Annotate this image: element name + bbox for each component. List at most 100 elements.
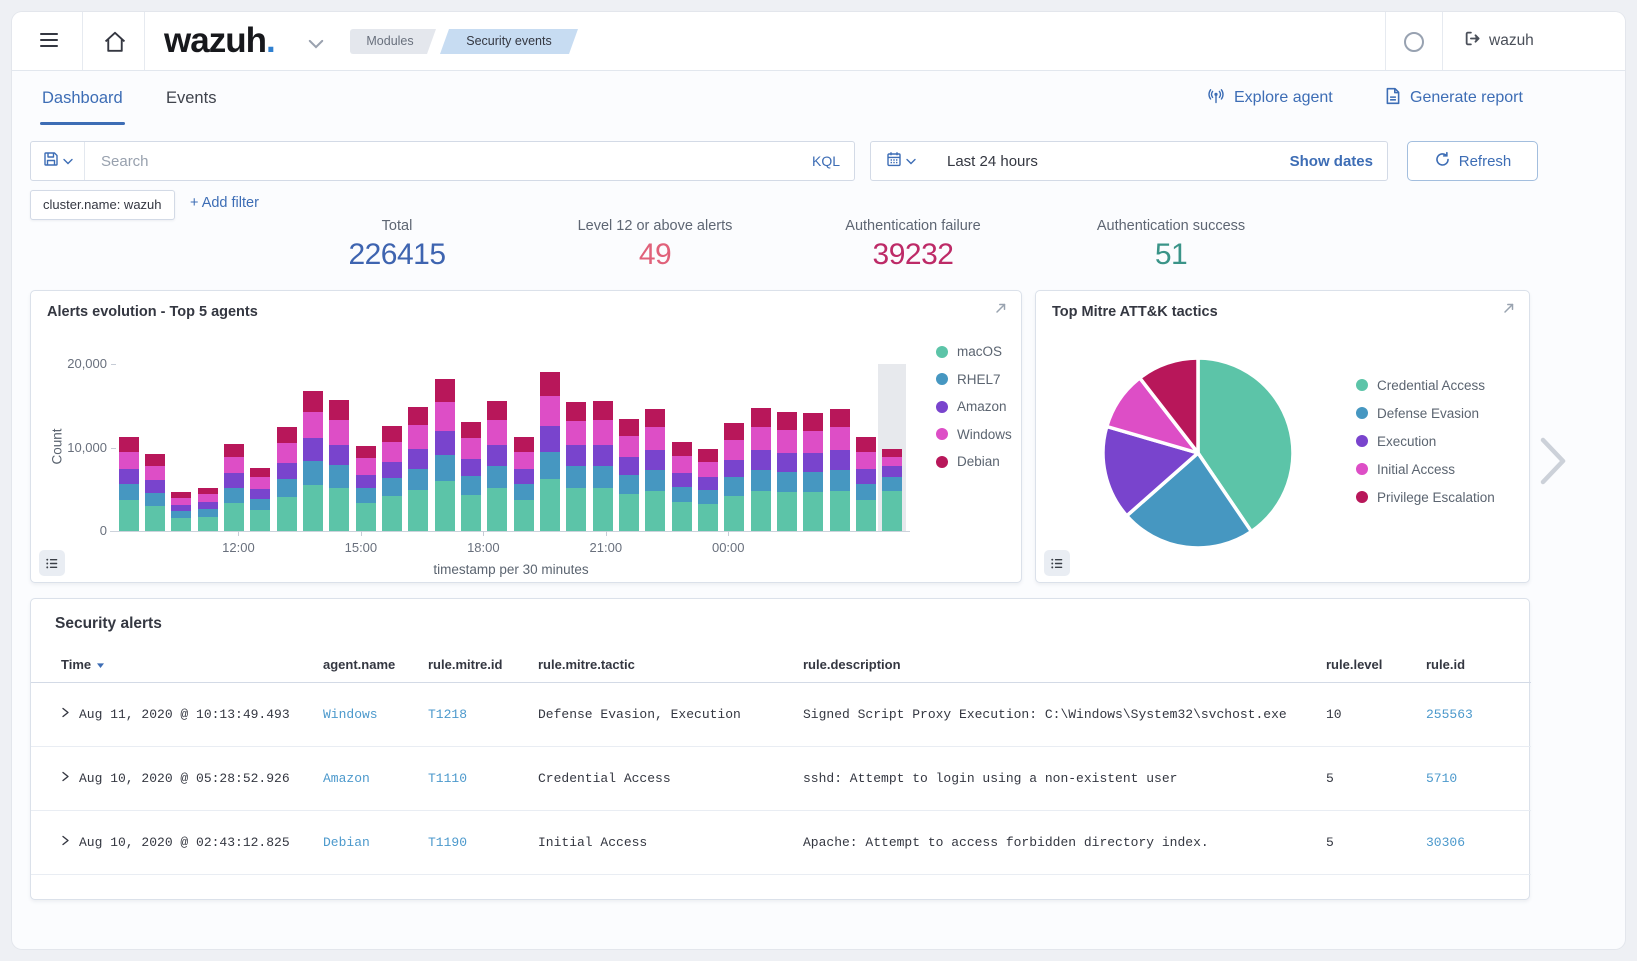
rule-id-link[interactable]: 5710	[1426, 771, 1457, 786]
bar-segment-macos[interactable]	[672, 502, 692, 531]
bar-segment-rhel7[interactable]	[751, 470, 771, 491]
bar-segment-windows[interactable]	[830, 427, 850, 450]
bar-segment-amazon[interactable]	[461, 459, 481, 477]
stat-total[interactable]: Total 226415	[268, 218, 526, 272]
bar-segment-macos[interactable]	[224, 503, 244, 531]
bar-segment-rhel7[interactable]	[145, 493, 165, 506]
stacked-bar[interactable]	[303, 391, 323, 531]
bar-segment-windows[interactable]	[171, 498, 191, 506]
expand-row-icon[interactable]	[61, 835, 70, 850]
bar-segment-macos[interactable]	[356, 503, 376, 531]
bar-segment-macos[interactable]	[882, 491, 902, 531]
bar-segment-debian[interactable]	[382, 426, 402, 442]
bar-segment-amazon[interactable]	[777, 453, 797, 472]
bar-segment-amazon[interactable]	[619, 457, 639, 475]
bar-segment-rhel7[interactable]	[198, 509, 218, 517]
bar-segment-windows[interactable]	[540, 396, 560, 426]
column-rule-mitre-tactic[interactable]: rule.mitre.tactic	[526, 647, 791, 683]
bar-segment-debian[interactable]	[487, 401, 507, 421]
bar-segment-debian[interactable]	[645, 409, 665, 427]
bar-segment-windows[interactable]	[724, 440, 744, 460]
agent-link[interactable]: Debian	[323, 835, 370, 850]
bar-segment-rhel7[interactable]	[803, 472, 823, 492]
bar-segment-debian[interactable]	[856, 437, 876, 451]
bar-segment-rhel7[interactable]	[645, 470, 665, 491]
bar-segment-windows[interactable]	[382, 442, 402, 462]
bar-segment-rhel7[interactable]	[329, 465, 349, 487]
bar-segment-windows[interactable]	[250, 477, 270, 489]
sort-desc-icon[interactable]	[96, 657, 105, 672]
column-rule-description[interactable]: rule.description	[791, 647, 1314, 683]
bar-segment-debian[interactable]	[593, 401, 613, 421]
stacked-bar[interactable]	[435, 379, 455, 531]
stacked-bar[interactable]	[250, 468, 270, 531]
bar-segment-windows[interactable]	[751, 427, 771, 450]
legend-item-credential-access[interactable]: Credential Access	[1356, 371, 1495, 399]
bar-segment-debian[interactable]	[724, 423, 744, 439]
mitre-id-link[interactable]: T1218	[428, 707, 467, 722]
bar-segment-rhel7[interactable]	[882, 477, 902, 491]
expand-row-icon[interactable]	[61, 707, 70, 722]
legend-item-execution[interactable]: Execution	[1356, 427, 1495, 455]
bar-segment-rhel7[interactable]	[777, 472, 797, 492]
bar-segment-rhel7[interactable]	[277, 479, 297, 497]
bar-segment-macos[interactable]	[487, 488, 507, 531]
bar-segment-rhel7[interactable]	[408, 469, 428, 490]
stacked-bar[interactable]	[461, 422, 481, 531]
add-filter-button[interactable]: + Add filter	[184, 194, 265, 212]
bar-segment-rhel7[interactable]	[672, 487, 692, 502]
bar-segment-amazon[interactable]	[356, 475, 376, 489]
stacked-bar[interactable]	[540, 372, 560, 531]
bar-segment-windows[interactable]	[487, 420, 507, 445]
bar-segment-macos[interactable]	[145, 506, 165, 531]
bar-segment-macos[interactable]	[329, 488, 349, 531]
home-icon[interactable]	[96, 28, 124, 56]
bar-segment-windows[interactable]	[566, 421, 586, 446]
bar-segment-windows[interactable]	[198, 494, 218, 502]
bar-segment-debian[interactable]	[777, 412, 797, 430]
stacked-bar[interactable]	[619, 419, 639, 531]
legend-item-macos[interactable]: macOS	[936, 338, 1012, 366]
stat-level-12[interactable]: Level 12 or above alerts 49	[526, 218, 784, 272]
stat-auth-success[interactable]: Authentication success 51	[1042, 218, 1300, 272]
bar-segment-windows[interactable]	[593, 420, 613, 445]
bar-segment-debian[interactable]	[329, 400, 349, 420]
stacked-bar[interactable]	[145, 454, 165, 531]
bar-segment-rhel7[interactable]	[619, 475, 639, 494]
bar-segment-debian[interactable]	[751, 408, 771, 426]
bar-segment-windows[interactable]	[356, 458, 376, 474]
stacked-bar[interactable]	[277, 427, 297, 531]
bar-segment-amazon[interactable]	[803, 453, 823, 472]
bar-segment-debian[interactable]	[540, 372, 560, 396]
bar-segment-amazon[interactable]	[119, 469, 139, 484]
bar-segment-debian[interactable]	[250, 468, 270, 478]
saved-query-menu[interactable]	[31, 142, 85, 180]
bar-segment-debian[interactable]	[882, 449, 902, 457]
legend-item-debian[interactable]: Debian	[936, 448, 1012, 476]
bar-segment-windows[interactable]	[119, 452, 139, 470]
stacked-bar[interactable]	[514, 437, 534, 531]
show-dates-button[interactable]: Show dates	[1290, 153, 1373, 170]
logout-button[interactable]: wazuh	[1458, 27, 1540, 55]
stacked-bar[interactable]	[356, 446, 376, 531]
stacked-bar[interactable]	[487, 401, 507, 531]
chevron-down-icon[interactable]	[308, 36, 324, 54]
bar-segment-amazon[interactable]	[303, 438, 323, 461]
bar-segment-rhel7[interactable]	[593, 466, 613, 488]
bar-segment-debian[interactable]	[119, 437, 139, 451]
bar-segment-amazon[interactable]	[751, 450, 771, 470]
bar-segment-macos[interactable]	[277, 497, 297, 531]
bar-segment-macos[interactable]	[619, 494, 639, 531]
legend-item-initial-access[interactable]: Initial Access	[1356, 455, 1495, 483]
bar-segment-amazon[interactable]	[382, 462, 402, 479]
column-rule-level[interactable]: rule.level	[1314, 647, 1414, 683]
bar-segment-macos[interactable]	[777, 492, 797, 531]
date-picker[interactable]: Last 24 hours Show dates	[870, 141, 1388, 181]
bar-segment-amazon[interactable]	[540, 426, 560, 451]
stacked-bar[interactable]	[698, 449, 718, 531]
bar-segment-amazon[interactable]	[830, 450, 850, 470]
bar-segment-windows[interactable]	[698, 462, 718, 477]
refresh-button[interactable]: Refresh	[1407, 141, 1538, 181]
bar-segment-windows[interactable]	[303, 412, 323, 439]
bar-segment-windows[interactable]	[882, 457, 902, 466]
